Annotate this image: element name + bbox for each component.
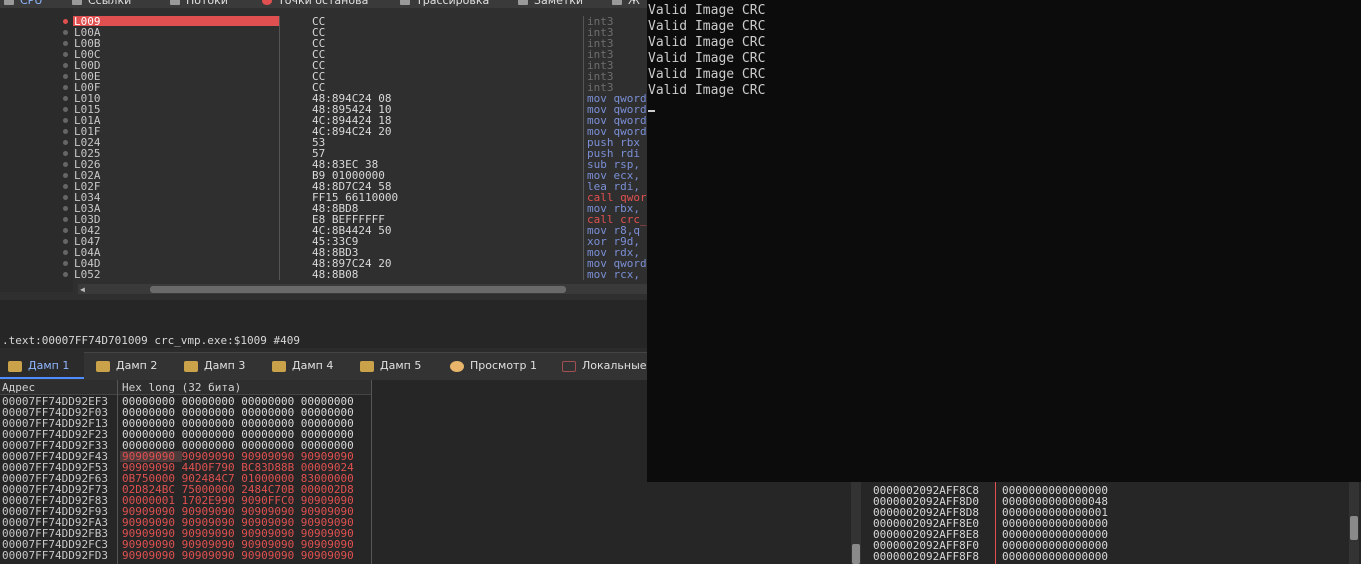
top-tab-7[interactable]: Ж xyxy=(612,0,640,8)
dump-icon xyxy=(360,360,374,372)
dump-tab-4[interactable]: Дамп 4 xyxy=(264,352,350,379)
dump-tab-1[interactable]: Дамп 1 xyxy=(0,352,84,379)
top-tab-4[interactable]: Точки останова xyxy=(262,0,368,8)
dump-tab-2[interactable]: Дамп 2 xyxy=(88,352,174,379)
dump-tab-6[interactable]: Просмотр 1 xyxy=(442,352,552,379)
breakpoint-dot[interactable] xyxy=(63,30,68,35)
console-output-line: Valid Image CRC xyxy=(648,3,766,18)
dump-tab-label: Дамп 4 xyxy=(292,359,334,372)
breakpoint-dot[interactable] xyxy=(63,162,68,167)
dump-tab-label: Дамп 3 xyxy=(204,359,246,372)
breakpoint-dot[interactable] xyxy=(63,63,68,68)
scrollbar-thumb[interactable] xyxy=(1350,516,1358,540)
breakpoint-gutter[interactable] xyxy=(0,8,73,292)
breakpoint-dot[interactable] xyxy=(63,52,68,57)
dump-tab-label: Локальные xyxy=(582,359,647,372)
tab-label: Потоки xyxy=(186,0,228,7)
tab-label: Точки останова xyxy=(278,0,369,7)
breakpoint-dot[interactable] xyxy=(63,74,68,79)
breakpoint-dot[interactable] xyxy=(63,107,68,112)
console-cursor xyxy=(648,110,655,112)
breakpoint-dot[interactable] xyxy=(63,151,68,156)
tab-label: Заметки xyxy=(534,0,584,7)
breakpoint-dot[interactable] xyxy=(63,195,68,200)
breakpoint-dot[interactable] xyxy=(63,239,68,244)
dump-tab-label: Дамп 2 xyxy=(116,359,158,372)
breakpoint-dot[interactable] xyxy=(63,184,68,189)
breakpoint-dot[interactable] xyxy=(63,140,68,145)
cpu-instruction[interactable]: mov rcx, xyxy=(587,269,640,280)
scrollbar-thumb[interactable] xyxy=(150,286,566,293)
scroll-left-arrow-icon[interactable]: ◀ xyxy=(80,285,85,294)
breakpoint-dot[interactable] xyxy=(63,41,68,46)
breakpoint-dot[interactable] xyxy=(63,85,68,90)
cpu-bytes[interactable]: 48:8B08 xyxy=(312,269,358,280)
dump-address[interactable]: 00007FF74DD92FD3 xyxy=(2,550,108,561)
breakpoint-dot[interactable] xyxy=(63,250,68,255)
tab-icon xyxy=(400,0,410,5)
breakpoint-dot[interactable] xyxy=(63,118,68,123)
breakpoint-dot[interactable] xyxy=(63,217,68,222)
tab-icon xyxy=(72,0,82,5)
column-separator xyxy=(279,16,280,280)
dump-icon xyxy=(96,360,110,372)
watch-icon xyxy=(450,360,464,372)
console-output-line: Valid Image CRC xyxy=(648,19,766,34)
breakpoint-dot[interactable] xyxy=(63,228,68,233)
dump-icon xyxy=(8,360,22,372)
breakpoint-dot[interactable] xyxy=(63,261,68,266)
console-output-line: Valid Image CRC xyxy=(648,51,766,66)
top-tab-2[interactable]: Ссылки xyxy=(72,0,131,8)
tab-icon xyxy=(262,0,272,5)
breakpoint-dot[interactable] xyxy=(63,206,68,211)
tab-label: CPU xyxy=(20,0,43,7)
top-tab-5[interactable]: Трассировка xyxy=(400,0,489,8)
tab-label: Трассировка xyxy=(416,0,490,7)
console-output-line: Valid Image CRC xyxy=(648,35,766,50)
top-tab-3[interactable]: Потоки xyxy=(170,0,228,8)
dump-tab-7[interactable]: Локальные xyxy=(554,352,648,379)
console-output-line: Valid Image CRC xyxy=(648,83,766,98)
column-separator xyxy=(371,380,372,564)
address-info-line: .text:00007FF74D701009 crc_vmp.exe:$1009… xyxy=(2,334,301,347)
breakpoint-dot[interactable] xyxy=(63,129,68,134)
dump-tab-3[interactable]: Дамп 3 xyxy=(176,352,262,379)
dump-col-address: Адрес xyxy=(2,381,36,394)
cpu-address[interactable]: L052 xyxy=(74,269,101,280)
stack-address[interactable]: 0000002092AFF8F8 xyxy=(873,551,979,562)
locals-icon xyxy=(562,360,576,372)
selected-row-highlight xyxy=(73,16,279,26)
breakpoint-dot[interactable] xyxy=(63,272,68,277)
dump-hex-values[interactable]: 90909090 90909090 90909090 90909090 xyxy=(122,550,354,561)
dump-tab-label: Просмотр 1 xyxy=(470,359,537,372)
tab-label: Ж xyxy=(628,0,640,7)
column-separator xyxy=(995,482,996,564)
top-tab-6[interactable]: Заметки xyxy=(518,0,583,8)
breakpoint-dot[interactable] xyxy=(63,173,68,178)
tab-icon xyxy=(518,0,528,5)
console-output-line: Valid Image CRC xyxy=(648,67,766,82)
dump-col-hex: Hex long (32 бита) xyxy=(122,381,242,394)
dump-icon xyxy=(272,360,286,372)
breakpoint-dot[interactable] xyxy=(63,19,68,24)
tab-icon xyxy=(4,0,14,5)
tab-icon xyxy=(170,0,180,5)
dump-tab-label: Дамп 1 xyxy=(28,359,70,372)
column-separator xyxy=(117,380,118,564)
scrollbar-thumb[interactable] xyxy=(852,544,860,564)
dump-icon xyxy=(184,360,198,372)
stack-value[interactable]: 0000000000000000 xyxy=(1002,551,1108,562)
column-separator xyxy=(583,16,584,280)
breakpoint-dot[interactable] xyxy=(63,96,68,101)
dump-tab-label: Дамп 5 xyxy=(380,359,422,372)
tab-icon xyxy=(612,0,622,5)
dump-tab-5[interactable]: Дамп 5 xyxy=(352,352,440,379)
tab-label: Ссылки xyxy=(88,0,132,7)
